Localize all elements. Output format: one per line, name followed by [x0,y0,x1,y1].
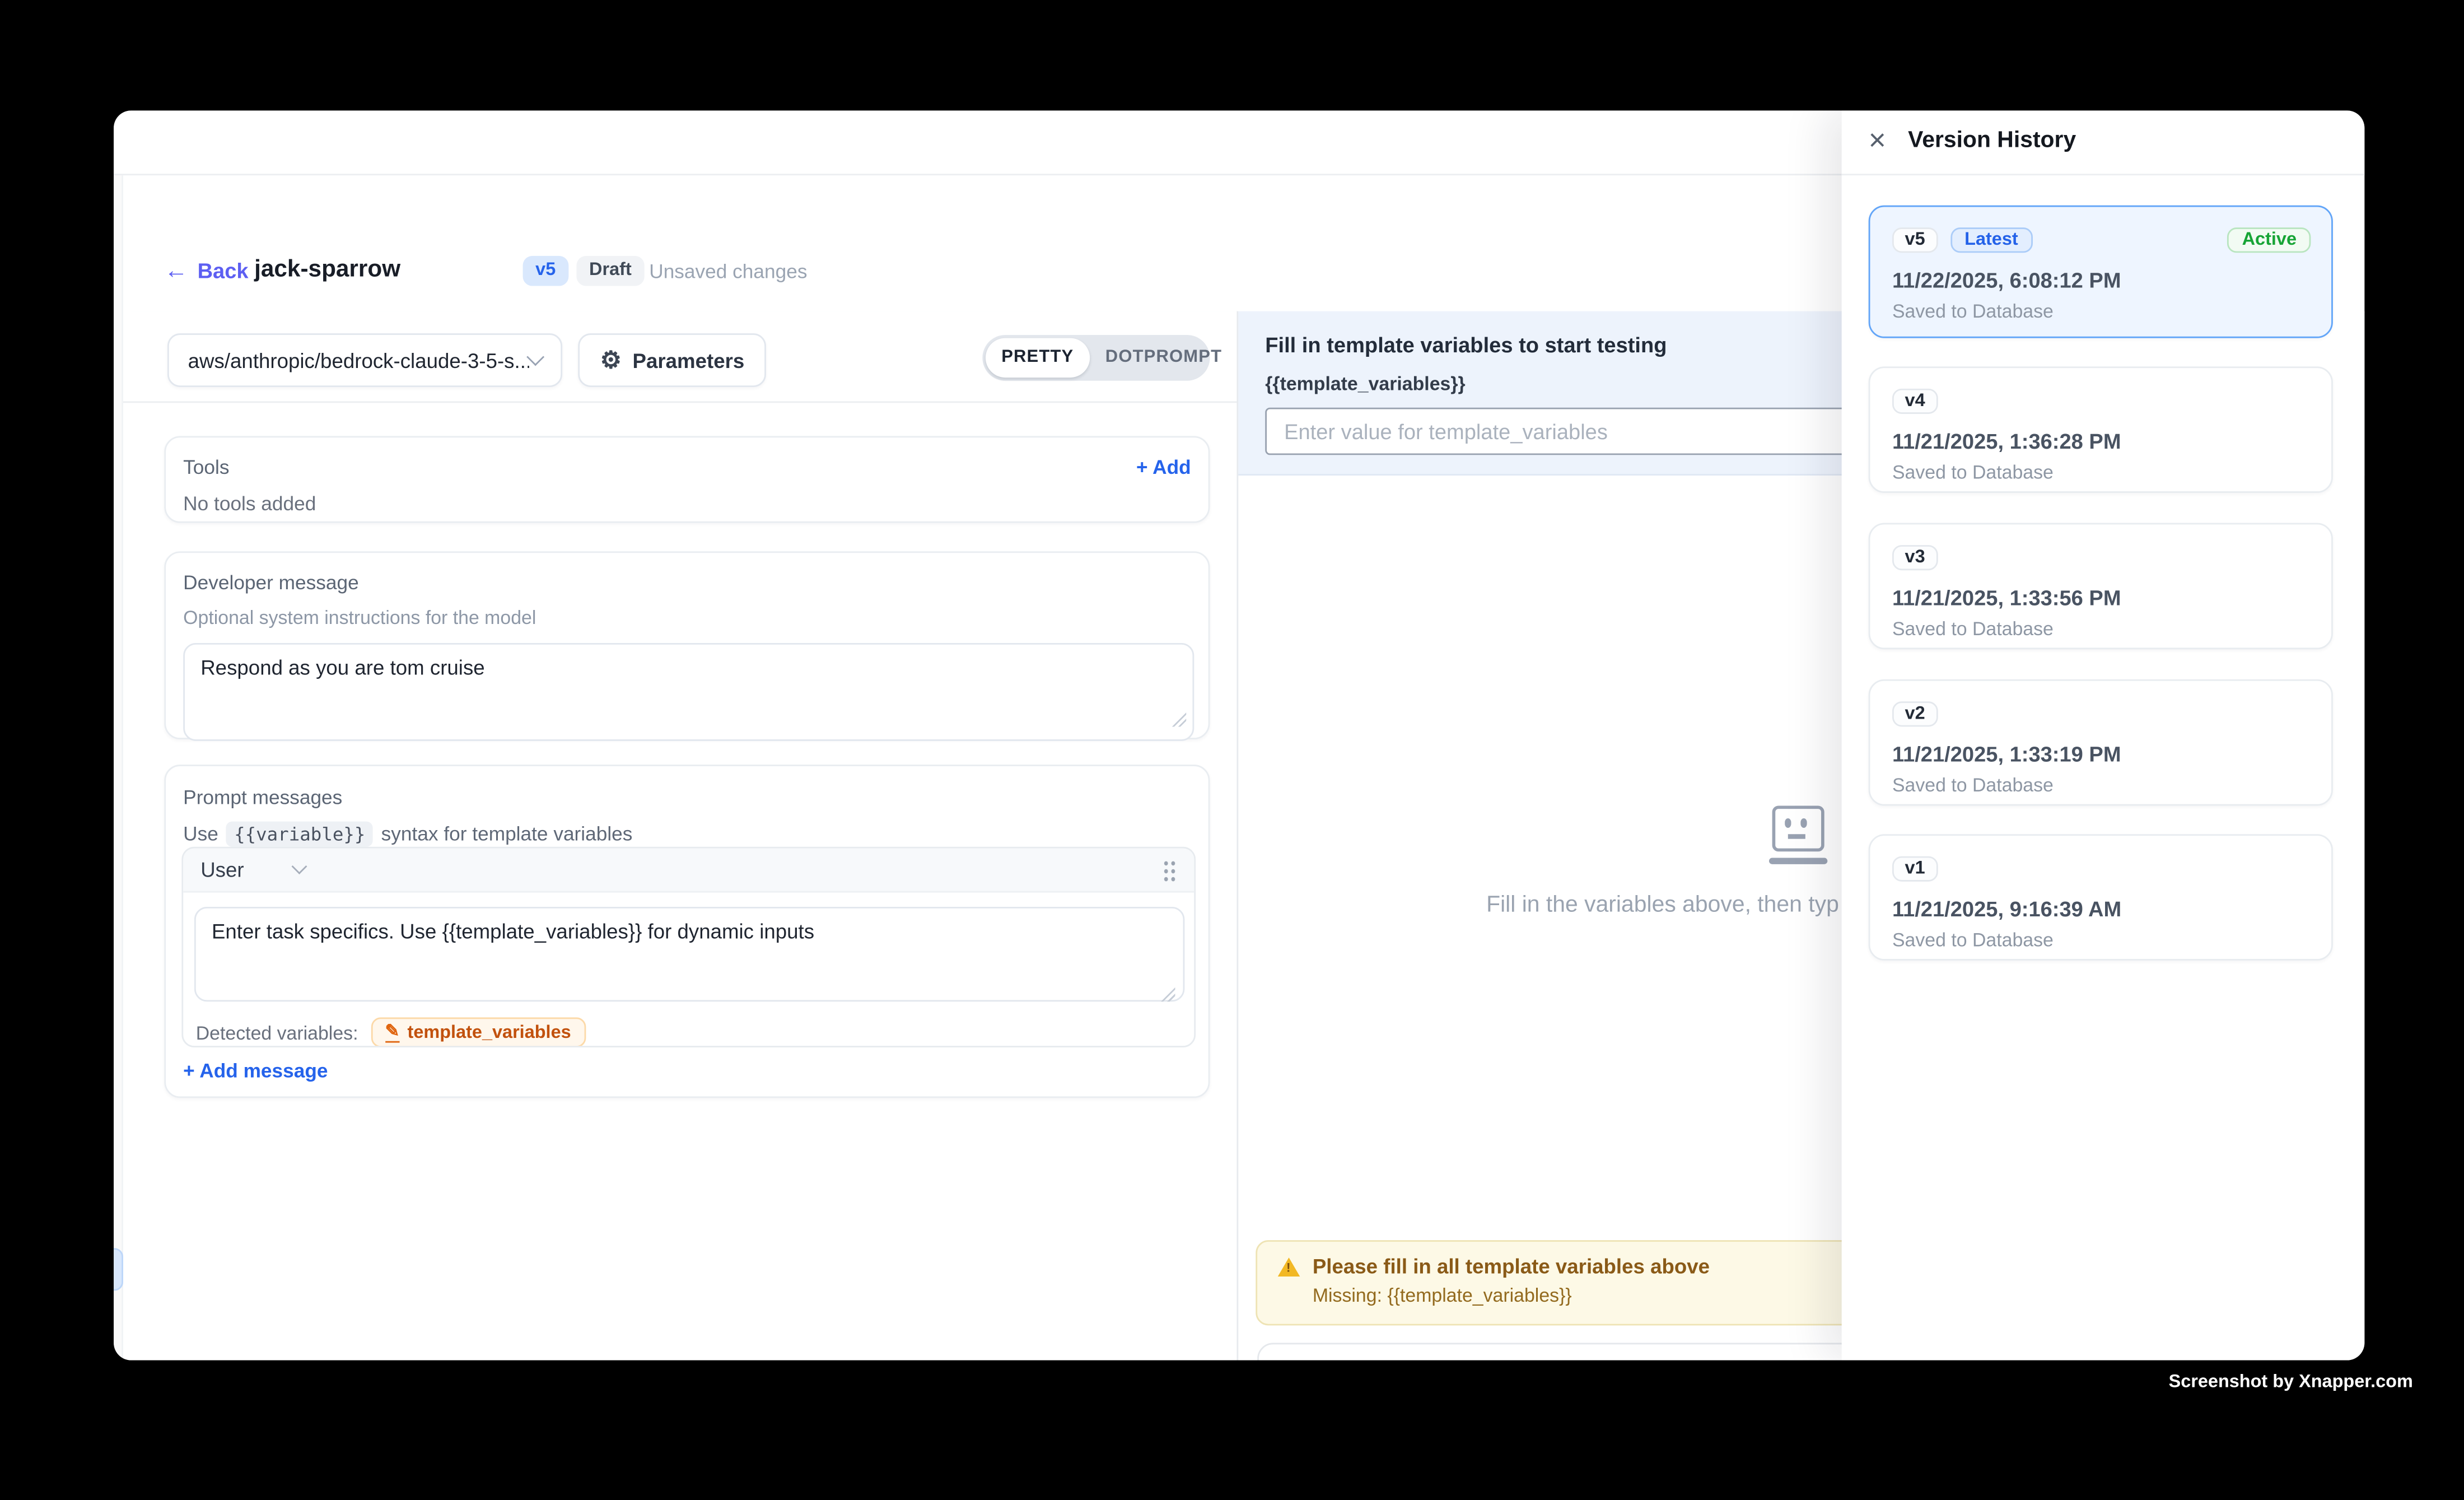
version-timestamp: 11/22/2025, 6:08:12 PM [1892,268,2311,292]
detected-variable-chip[interactable]: ✎ template_variables [371,1017,585,1047]
chevron-down-icon [526,348,544,366]
editor-toolbar: aws/anthropic/bedrock-claude-3-5-s... ⚙ … [123,311,1236,403]
tools-card: Tools + Add No tools added [164,436,1210,523]
prompt-messages-title: Prompt messages [183,787,1191,809]
tools-title: Tools [183,456,1191,478]
detected-variable-name: template_variables [408,1023,571,1042]
version-timestamp: 11/21/2025, 1:36:28 PM [1892,430,2311,453]
version-source: Saved to Database [1892,929,2311,951]
version-tag: v3 [1892,545,1938,570]
version-card-v5[interactable]: v5 Latest Active 11/22/2025, 6:08:12 PM … [1869,206,2333,338]
version-card-v3[interactable]: v3 11/21/2025, 1:33:56 PM Saved to Datab… [1869,523,2333,650]
bot-icon [1769,805,1827,864]
version-tag: v1 [1892,856,1938,882]
drag-handle-icon[interactable] [1163,859,1177,881]
version-source: Saved to Database [1892,774,2311,796]
app-window: ← Back jack-sparrow v5 Draft Unsaved cha… [114,110,2364,1360]
back-button[interactable]: ← Back [164,258,248,285]
model-select-value: aws/anthropic/bedrock-claude-3-5-s... [188,348,529,372]
hint-suffix: syntax for template variables [381,823,633,845]
latest-badge: Latest [1950,227,2032,253]
developer-message-textarea[interactable]: Respond as you are tom cruise [183,643,1194,741]
view-mode-toggle: PRETTY DOTPROMPT [982,335,1210,381]
version-timestamp: 11/21/2025, 1:33:19 PM [1892,743,2311,766]
parameters-label: Parameters [632,348,744,372]
developer-message-card: Developer message Optional system instru… [164,551,1210,739]
version-badge: v5 [523,256,568,286]
version-timestamp: 11/21/2025, 1:33:56 PM [1892,586,2311,609]
toggle-pretty[interactable]: PRETTY [986,338,1090,378]
active-badge: Active [2228,227,2311,253]
version-tag: v5 [1892,227,1938,253]
template-syntax-hint: Use {{variable}} syntax for template var… [183,822,1191,847]
detected-variables-row: Detected variables: ✎ template_variables [196,1017,585,1047]
add-tool-button[interactable]: + Add [1136,456,1191,478]
chat-input-box[interactable] [1257,1343,1921,1360]
resize-handle-icon[interactable] [1161,987,1175,1001]
message-role-header: User [183,849,1194,893]
warning-detail: Missing: {{template_variables}} [1313,1284,1898,1306]
warning-title: Please fill in all template variables ab… [1313,1254,1710,1278]
toggle-dotprompt[interactable]: DOTPROMPT [1090,338,1238,378]
version-timestamp: 11/21/2025, 9:16:39 AM [1892,897,2311,921]
version-tag: v2 [1892,701,1938,726]
background-badge-fragment [114,1248,123,1291]
parameters-button[interactable]: ⚙ Parameters [578,333,766,387]
version-source: Saved to Database [1892,462,2311,483]
template-variable-input[interactable] [1265,408,1903,455]
prompt-messages-card: Prompt messages Use {{variable}} syntax … [164,765,1210,1098]
version-history-panel: × Version History v5 Latest Active 11/22… [1842,110,2365,1360]
chevron-down-icon [292,859,308,874]
variable-syntax-chip: {{variable}} [226,822,374,847]
version-history-title: Version History [1908,128,2076,153]
unsaved-changes-text: Unsaved changes [649,260,807,282]
role-select-value: User [200,858,244,882]
left-gutter [114,175,123,1360]
message-block: User Enter task specifics. Use {{templat… [181,847,1196,1047]
draft-badge: Draft [576,256,644,286]
hint-prefix: Use [183,823,218,845]
version-source: Saved to Database [1892,300,2311,322]
detected-variables-label: Detected variables: [196,1022,358,1044]
role-select[interactable]: User [200,858,305,882]
version-card-v2[interactable]: v2 11/21/2025, 1:33:19 PM Saved to Datab… [1869,679,2333,806]
warning-icon [1278,1257,1300,1276]
version-card-v4[interactable]: v4 11/21/2025, 1:36:28 PM Saved to Datab… [1869,366,2333,493]
developer-message-subtitle: Optional system instructions for the mod… [183,607,1191,628]
version-tag: v4 [1892,389,1938,414]
model-select[interactable]: aws/anthropic/bedrock-claude-3-5-s... [167,333,562,387]
tools-empty-text: No tools added [183,493,1191,515]
version-card-v1[interactable]: v1 11/21/2025, 9:16:39 AM Saved to Datab… [1869,834,2333,961]
version-source: Saved to Database [1892,618,2311,640]
screenshot-stage: ← Back jack-sparrow v5 Draft Unsaved cha… [0,0,2464,1500]
editor-pane: aws/anthropic/bedrock-claude-3-5-s... ⚙ … [123,311,1236,1361]
back-label: Back [198,259,249,283]
back-arrow-icon: ← [164,258,188,285]
missing-variables-warning: Please fill in all template variables ab… [1256,1240,1919,1325]
add-message-button[interactable]: + Add message [183,1060,328,1082]
page-title: jack-sparrow [254,256,400,283]
version-history-header: × Version History [1842,110,2365,175]
gear-icon: ⚙ [600,348,622,372]
watermark-text: Screenshot by Xnapper.com [2169,1373,2413,1392]
resize-handle-icon[interactable] [1172,712,1186,726]
message-textarea[interactable]: Enter task specifics. Use {{template_var… [194,907,1184,1001]
close-icon[interactable]: × [1869,125,1886,160]
empty-state-text: Fill in the variables above, then typ [1486,893,1839,918]
pencil-icon: ✎ [385,1022,399,1043]
developer-message-title: Developer message [183,572,1191,594]
